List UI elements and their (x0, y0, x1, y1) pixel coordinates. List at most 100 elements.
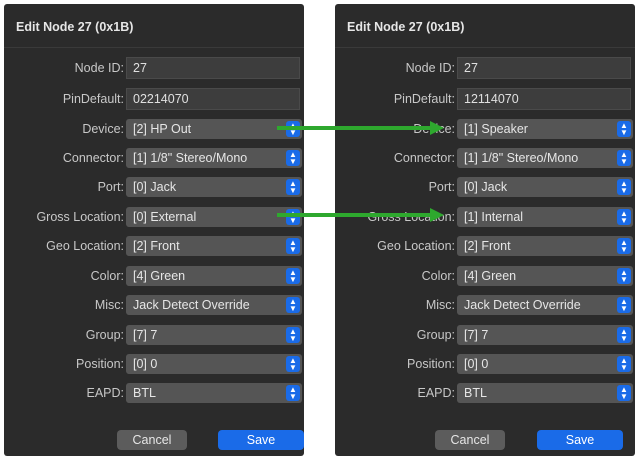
connector-label: Connector: (393, 151, 455, 165)
node-id-label: Node ID: (405, 61, 455, 75)
eapd-label: EAPD: (86, 386, 124, 400)
geo-location-popup[interactable]: [2] Front ▲ ▼ (126, 236, 302, 256)
stepper-chevrons-icon: ▲ ▼ (286, 238, 300, 254)
group-row: Group: [7] 7 ▲ ▼ (4, 324, 304, 346)
stepper-chevrons-icon: ▲ ▼ (617, 327, 631, 343)
gross-location-popup[interactable]: [1] Internal ▲ ▼ (457, 207, 633, 227)
connector-row: Connector: [1] 1/8" Stereo/Mono ▲ ▼ (4, 147, 304, 169)
misc-value: Jack Detect Override (464, 298, 581, 312)
position-label: Position: (76, 357, 124, 371)
geo-location-popup[interactable]: [2] Front ▲ ▼ (457, 236, 633, 256)
stepper-chevrons-icon: ▲ ▼ (286, 150, 300, 166)
misc-popup[interactable]: Jack Detect Override ▲ ▼ (457, 295, 633, 315)
stepper-chevrons-icon: ▲ ▼ (286, 179, 300, 195)
cancel-button[interactable]: Cancel (435, 430, 505, 450)
gross-location-row: Gross Location: [0] External ▲ ▼ (4, 206, 304, 228)
stepper-chevrons-icon: ▲ ▼ (286, 356, 300, 372)
connector-value: [1] 1/8" Stereo/Mono (133, 151, 248, 165)
misc-label: Misc: (425, 298, 455, 312)
stepper-chevrons-icon: ▲ ▼ (617, 209, 631, 225)
stepper-chevrons-icon: ▲ ▼ (617, 268, 631, 284)
connector-value: [1] 1/8" Stereo/Mono (464, 151, 579, 165)
device-value: [1] Speaker (464, 122, 528, 136)
geo-location-row: Geo Location: [2] Front ▲ ▼ (335, 235, 635, 257)
color-label: Color: (90, 269, 124, 283)
position-label: Position: (407, 357, 455, 371)
right-edit-node-panel: Edit Node 27 (0x1B) Node ID: 27 PinDefau… (335, 4, 635, 456)
pin-default-label: PinDefault: (62, 92, 124, 106)
color-row: Color: [4] Green ▲ ▼ (4, 265, 304, 287)
connector-popup[interactable]: [1] 1/8" Stereo/Mono ▲ ▼ (457, 148, 633, 168)
port-row: Port: [0] Jack ▲ ▼ (335, 176, 635, 198)
stepper-chevrons-icon: ▲ ▼ (617, 297, 631, 313)
port-label: Port: (97, 180, 124, 194)
save-button[interactable]: Save (218, 430, 304, 450)
stepper-chevrons-icon: ▲ ▼ (286, 385, 300, 401)
pin-default-label: PinDefault: (393, 92, 455, 106)
left-edit-node-panel: Edit Node 27 (0x1B) Node ID: 27 PinDefau… (4, 4, 304, 456)
stepper-chevrons-icon: ▲ ▼ (286, 121, 300, 137)
group-value: [7] 7 (464, 328, 489, 342)
eapd-row: EAPD: BTL ▲ ▼ (4, 382, 304, 404)
geo-location-row: Geo Location: [2] Front ▲ ▼ (4, 235, 304, 257)
pin-default-field[interactable]: 12114070 (457, 88, 631, 110)
stepper-chevrons-icon: ▲ ▼ (617, 356, 631, 372)
port-label: Port: (428, 180, 455, 194)
node-id-label: Node ID: (74, 61, 124, 75)
gross-location-popup[interactable]: [0] External ▲ ▼ (126, 207, 302, 227)
pin-default-field[interactable]: 02214070 (126, 88, 300, 110)
eapd-value: BTL (464, 386, 487, 400)
stepper-chevrons-icon: ▲ ▼ (286, 268, 300, 284)
position-popup[interactable]: [0] 0 ▲ ▼ (457, 354, 633, 374)
title-divider (335, 47, 635, 48)
eapd-popup[interactable]: BTL ▲ ▼ (457, 383, 633, 403)
device-row: Device: [1] Speaker ▲ ▼ (335, 118, 635, 140)
connector-row: Connector: [1] 1/8" Stereo/Mono ▲ ▼ (335, 147, 635, 169)
port-value: [0] Jack (464, 180, 508, 194)
misc-row: Misc: Jack Detect Override ▲ ▼ (4, 294, 304, 316)
stepper-chevrons-icon: ▲ ▼ (286, 327, 300, 343)
color-label: Color: (421, 269, 455, 283)
connector-popup[interactable]: [1] 1/8" Stereo/Mono ▲ ▼ (126, 148, 302, 168)
gross-location-value: [0] External (133, 210, 197, 224)
eapd-popup[interactable]: BTL ▲ ▼ (126, 383, 302, 403)
port-popup[interactable]: [0] Jack ▲ ▼ (457, 177, 633, 197)
color-popup[interactable]: [4] Green ▲ ▼ (126, 266, 302, 286)
gross-location-row: Gross Location: [1] Internal ▲ ▼ (335, 206, 635, 228)
port-popup[interactable]: [0] Jack ▲ ▼ (126, 177, 302, 197)
device-popup[interactable]: [1] Speaker ▲ ▼ (457, 119, 633, 139)
device-popup[interactable]: [2] HP Out ▲ ▼ (126, 119, 302, 139)
cancel-button[interactable]: Cancel (117, 430, 187, 450)
node-id-row: Node ID: 27 (335, 57, 635, 79)
color-value: [4] Green (133, 269, 186, 283)
node-id-field[interactable]: 27 (457, 57, 631, 79)
misc-value: Jack Detect Override (133, 298, 250, 312)
pin-default-row: PinDefault: 12114070 (335, 88, 635, 110)
group-popup[interactable]: [7] 7 ▲ ▼ (457, 325, 633, 345)
position-value: [0] 0 (133, 357, 158, 371)
group-label: Group: (416, 328, 455, 342)
save-button[interactable]: Save (537, 430, 623, 450)
geo-location-value: [2] Front (133, 239, 180, 253)
group-popup[interactable]: [7] 7 ▲ ▼ (126, 325, 302, 345)
title-divider (4, 47, 304, 48)
geo-location-value: [2] Front (464, 239, 511, 253)
stepper-chevrons-icon: ▲ ▼ (617, 179, 631, 195)
position-popup[interactable]: [0] 0 ▲ ▼ (126, 354, 302, 374)
port-row: Port: [0] Jack ▲ ▼ (4, 176, 304, 198)
group-label: Group: (85, 328, 124, 342)
device-label: Device: (82, 122, 124, 136)
eapd-label: EAPD: (417, 386, 455, 400)
color-popup[interactable]: [4] Green ▲ ▼ (457, 266, 633, 286)
gross-location-value: [1] Internal (464, 210, 524, 224)
position-row: Position: [0] 0 ▲ ▼ (4, 353, 304, 375)
port-value: [0] Jack (133, 180, 177, 194)
stepper-chevrons-icon: ▲ ▼ (617, 385, 631, 401)
node-id-field[interactable]: 27 (126, 57, 300, 79)
misc-popup[interactable]: Jack Detect Override ▲ ▼ (126, 295, 302, 315)
gross-location-label: Gross Location: (367, 210, 455, 224)
node-id-row: Node ID: 27 (4, 57, 304, 79)
panel-title: Edit Node 27 (0x1B) (16, 20, 134, 34)
device-value: [2] HP Out (133, 122, 192, 136)
position-value: [0] 0 (464, 357, 489, 371)
